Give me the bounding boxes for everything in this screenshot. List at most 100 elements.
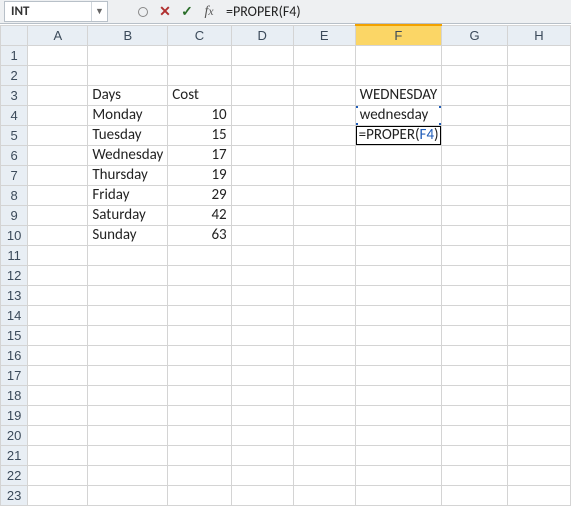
col-header-D[interactable]: D (231, 25, 293, 45)
cell-A12[interactable] (28, 265, 88, 285)
cell-G10[interactable] (442, 225, 508, 245)
cell-A21[interactable] (28, 445, 88, 465)
cell-A15[interactable] (28, 325, 88, 345)
row-header-6[interactable]: 6 (1, 145, 28, 165)
cell-G23[interactable] (442, 485, 508, 505)
cell-D22[interactable] (231, 465, 293, 485)
row-header-10[interactable]: 10 (1, 225, 28, 245)
cell-H17[interactable] (508, 365, 571, 385)
cell-C16[interactable] (168, 345, 231, 365)
cell-C21[interactable] (168, 445, 231, 465)
cell-C20[interactable] (168, 425, 231, 445)
cell-E19[interactable] (293, 405, 355, 425)
cell-H9[interactable] (508, 205, 571, 225)
cell-B12[interactable] (88, 265, 168, 285)
cell-H1[interactable] (508, 45, 571, 65)
cell-D12[interactable] (231, 265, 293, 285)
active-cell-content[interactable]: =PROPER(F4) (355, 125, 442, 145)
cell-E6[interactable] (293, 145, 355, 165)
cell-B22[interactable] (88, 465, 168, 485)
cell-D1[interactable] (231, 45, 293, 65)
cell-F11[interactable] (355, 245, 442, 265)
cell-E3[interactable] (293, 85, 355, 105)
cell-F5[interactable]: =PROPER(F4)PROPER(text) (355, 125, 442, 145)
cell-A17[interactable] (28, 365, 88, 385)
cell-E17[interactable] (293, 365, 355, 385)
cell-F20[interactable] (355, 425, 442, 445)
cell-D18[interactable] (231, 385, 293, 405)
cell-A18[interactable] (28, 385, 88, 405)
cell-B3[interactable]: Days (88, 85, 168, 105)
cell-H21[interactable] (508, 445, 571, 465)
cell-E10[interactable] (293, 225, 355, 245)
cell-F14[interactable] (355, 305, 442, 325)
cell-D9[interactable] (231, 205, 293, 225)
cell-H15[interactable] (508, 325, 571, 345)
cell-C10[interactable]: 63 (168, 225, 231, 245)
cell-B19[interactable] (88, 405, 168, 425)
cell-A7[interactable] (28, 165, 88, 185)
row-header-20[interactable]: 20 (1, 425, 28, 445)
cell-F17[interactable] (355, 365, 442, 385)
cell-G17[interactable] (442, 365, 508, 385)
enter-button[interactable]: ✓ (176, 1, 198, 22)
cell-G8[interactable] (442, 185, 508, 205)
cell-H10[interactable] (508, 225, 571, 245)
cell-D23[interactable] (231, 485, 293, 505)
cell-G22[interactable] (442, 465, 508, 485)
col-header-E[interactable]: E (293, 25, 355, 45)
cell-H2[interactable] (508, 65, 571, 85)
cell-C19[interactable] (168, 405, 231, 425)
cell-C22[interactable] (168, 465, 231, 485)
cell-D4[interactable] (231, 105, 293, 125)
cell-E2[interactable] (293, 65, 355, 85)
cell-A3[interactable] (28, 85, 88, 105)
row-header-7[interactable]: 7 (1, 165, 28, 185)
cell-C13[interactable] (168, 285, 231, 305)
cell-F10[interactable] (355, 225, 442, 245)
row-header-19[interactable]: 19 (1, 405, 28, 425)
row-header-13[interactable]: 13 (1, 285, 28, 305)
row-header-8[interactable]: 8 (1, 185, 28, 205)
cell-C23[interactable] (168, 485, 231, 505)
row-header-18[interactable]: 18 (1, 385, 28, 405)
cell-G9[interactable] (442, 205, 508, 225)
cell-B20[interactable] (88, 425, 168, 445)
cell-E8[interactable] (293, 185, 355, 205)
cell-D13[interactable] (231, 285, 293, 305)
cell-G3[interactable] (442, 85, 508, 105)
cell-A4[interactable] (28, 105, 88, 125)
cell-B16[interactable] (88, 345, 168, 365)
cell-G14[interactable] (442, 305, 508, 325)
cell-C9[interactable]: 42 (168, 205, 231, 225)
cell-B10[interactable]: Sunday (88, 225, 168, 245)
cell-B17[interactable] (88, 365, 168, 385)
cell-H5[interactable] (508, 125, 571, 145)
cell-G19[interactable] (442, 405, 508, 425)
cell-D10[interactable] (231, 225, 293, 245)
cell-F13[interactable] (355, 285, 442, 305)
cell-B18[interactable] (88, 385, 168, 405)
cell-H3[interactable] (508, 85, 571, 105)
row-header-15[interactable]: 15 (1, 325, 28, 345)
cell-B14[interactable] (88, 305, 168, 325)
cell-B23[interactable] (88, 485, 168, 505)
cell-C14[interactable] (168, 305, 231, 325)
cell-H22[interactable] (508, 465, 571, 485)
cell-B2[interactable] (88, 65, 168, 85)
name-box-dropdown[interactable]: ▼ (91, 2, 107, 21)
cell-E13[interactable] (293, 285, 355, 305)
cell-C6[interactable]: 17 (168, 145, 231, 165)
cell-B9[interactable]: Saturday (88, 205, 168, 225)
cell-C5[interactable]: 15 (168, 125, 231, 145)
name-box-wrap[interactable]: ▼ (4, 1, 108, 22)
cell-C17[interactable] (168, 365, 231, 385)
cancel-button[interactable]: ✕ (154, 1, 176, 22)
cell-F19[interactable] (355, 405, 442, 425)
cell-G21[interactable] (442, 445, 508, 465)
row-header-5[interactable]: 5 (1, 125, 28, 145)
select-all-corner[interactable] (1, 25, 28, 45)
expand-icon[interactable] (132, 1, 154, 22)
cell-G13[interactable] (442, 285, 508, 305)
cell-C4[interactable]: 10 (168, 105, 231, 125)
